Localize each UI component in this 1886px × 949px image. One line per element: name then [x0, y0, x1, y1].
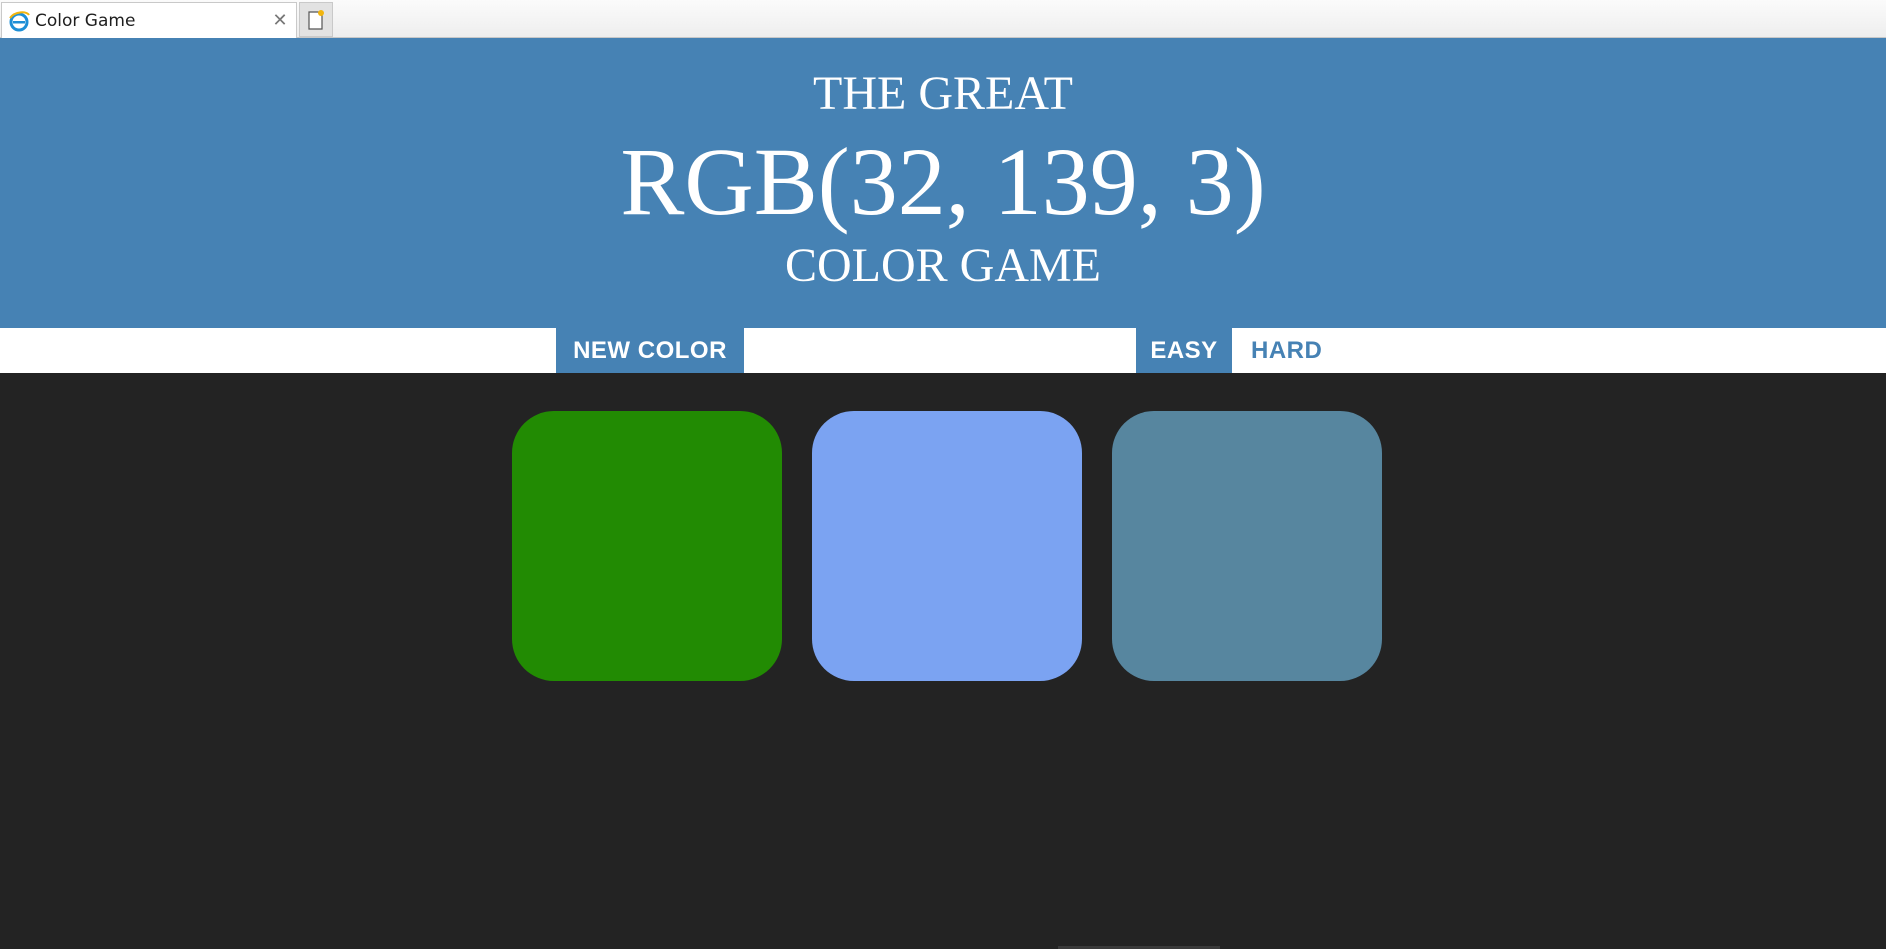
color-square-2[interactable]	[812, 411, 1082, 681]
game-message	[744, 328, 1136, 373]
new-tab-icon	[308, 9, 324, 30]
browser-tab-strip: Color Game ✕	[0, 0, 1886, 38]
new-tab-button[interactable]	[299, 2, 333, 37]
color-square-3[interactable]	[1112, 411, 1382, 681]
game-header: THE GREAT RGB(32, 139, 3) COLOR GAME	[0, 38, 1886, 328]
control-stripe: NEW COLOR EASY HARD	[0, 328, 1886, 373]
ie-icon	[9, 10, 30, 31]
new-color-button[interactable]: NEW COLOR	[556, 328, 744, 373]
browser-tab-title: Color Game	[35, 10, 136, 31]
header-title-top: THE GREAT	[813, 67, 1073, 120]
header-title-bottom: COLOR GAME	[784, 239, 1101, 292]
color-square-1[interactable]	[512, 411, 782, 681]
close-icon[interactable]: ✕	[268, 10, 292, 31]
browser-tab[interactable]: Color Game ✕	[1, 2, 297, 38]
hard-mode-button[interactable]: HARD	[1232, 328, 1344, 373]
easy-mode-button[interactable]: EASY	[1136, 328, 1232, 373]
target-color-display: RGB(32, 139, 3)	[620, 128, 1266, 235]
